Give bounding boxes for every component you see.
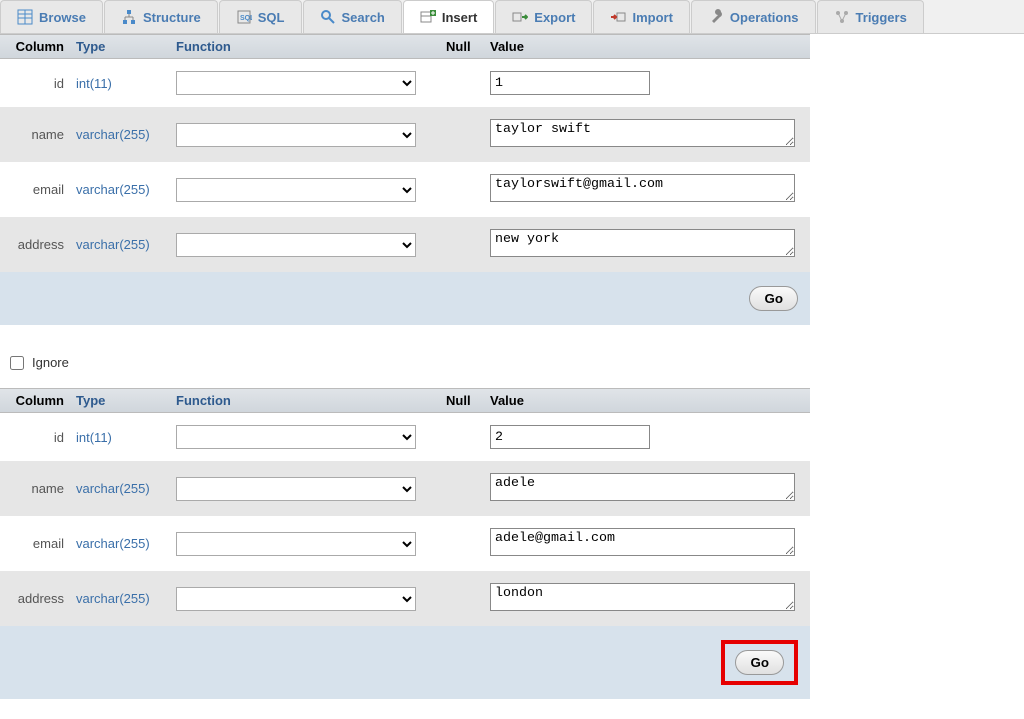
func-name-2[interactable] (176, 477, 416, 501)
row-name-2: name varchar(255) (0, 461, 810, 516)
row-address-1: address varchar(255) (0, 217, 810, 272)
table-icon (17, 9, 33, 25)
go-row-2: Go (0, 626, 810, 699)
svg-text:SQL: SQL (240, 15, 252, 22)
header-value: Value (484, 39, 530, 54)
col-id-name: id (0, 76, 70, 91)
structure-icon (121, 9, 137, 25)
tab-browse-label: Browse (39, 10, 86, 25)
col-address-name: address (0, 237, 70, 252)
func-address-1[interactable] (176, 233, 416, 257)
func-email-2[interactable] (176, 532, 416, 556)
func-name-1[interactable] (176, 123, 416, 147)
col-email-type: varchar(255) (70, 182, 170, 197)
insert-form-1: Column Type Function Null Value id int(1… (0, 34, 1024, 719)
tab-insert-label: Insert (442, 10, 477, 25)
tab-operations-label: Operations (730, 10, 799, 25)
ignore-row: Ignore (0, 325, 1024, 388)
search-icon (320, 9, 336, 25)
tab-import[interactable]: Import (593, 0, 689, 33)
value-id-2[interactable] (490, 425, 650, 449)
value-id-1[interactable] (490, 71, 650, 95)
go-row-1: Go (0, 272, 810, 325)
go-button-2[interactable]: Go (735, 650, 784, 675)
tab-triggers-label: Triggers (856, 10, 907, 25)
header-type: Type (70, 39, 170, 54)
row-email-2: email varchar(255) (0, 516, 810, 571)
highlight-box: Go (721, 640, 798, 685)
header-function-2: Function (170, 393, 440, 408)
header-null: Null (440, 39, 484, 54)
sql-icon: SQL (236, 9, 252, 25)
col-address-type: varchar(255) (70, 237, 170, 252)
col-email-name-2: email (0, 536, 70, 551)
value-address-2[interactable] (490, 583, 795, 611)
value-address-1[interactable] (490, 229, 795, 257)
func-id-1[interactable] (176, 71, 416, 95)
value-email-1[interactable] (490, 174, 795, 202)
triggers-icon (834, 9, 850, 25)
col-id-name-2: id (0, 430, 70, 445)
tab-export[interactable]: Export (495, 0, 592, 33)
header-column-2: Column (0, 393, 70, 408)
tab-sql[interactable]: SQL SQL (219, 0, 302, 33)
row-name-1: name varchar(255) <span></span> (0, 107, 810, 162)
func-email-1[interactable] (176, 178, 416, 202)
col-name-type-2: varchar(255) (70, 481, 170, 496)
col-id-type-2: int(11) (70, 430, 170, 445)
value-email-2[interactable] (490, 528, 795, 556)
wrench-icon (708, 9, 724, 25)
import-icon (610, 9, 626, 25)
col-id-type: int(11) (70, 76, 170, 91)
row-id-1: id int(11) (0, 59, 810, 107)
tab-sql-label: SQL (258, 10, 285, 25)
tab-import-label: Import (632, 10, 672, 25)
col-email-name: email (0, 182, 70, 197)
header-column: Column (0, 39, 70, 54)
tab-triggers[interactable]: Triggers (817, 0, 924, 33)
func-id-2[interactable] (176, 425, 416, 449)
col-address-name-2: address (0, 591, 70, 606)
row-email-1: email varchar(255) (0, 162, 810, 217)
tab-search[interactable]: Search (303, 0, 402, 33)
tab-export-label: Export (534, 10, 575, 25)
tab-structure-label: Structure (143, 10, 201, 25)
row-id-2: id int(11) (0, 413, 810, 461)
col-name-name: name (0, 127, 70, 142)
tab-search-label: Search (342, 10, 385, 25)
col-name-type: varchar(255) (70, 127, 170, 142)
go-button-1[interactable]: Go (749, 286, 798, 311)
tab-browse[interactable]: Browse (0, 0, 103, 33)
header-row-2: Column Type Function Null Value (0, 388, 810, 413)
col-address-type-2: varchar(255) (70, 591, 170, 606)
insert-icon (420, 9, 436, 25)
header-value-2: Value (484, 393, 530, 408)
row-address-2: address varchar(255) (0, 571, 810, 626)
header-null-2: Null (440, 393, 484, 408)
ignore-label: Ignore (32, 355, 69, 370)
tab-insert[interactable]: Insert (403, 0, 494, 33)
tab-structure[interactable]: Structure (104, 0, 218, 33)
col-email-type-2: varchar(255) (70, 536, 170, 551)
func-address-2[interactable] (176, 587, 416, 611)
value-name-2[interactable] (490, 473, 795, 501)
tab-operations[interactable]: Operations (691, 0, 816, 33)
header-function: Function (170, 39, 440, 54)
value-name-1[interactable]: <span></span> (490, 119, 795, 147)
header-type-2: Type (70, 393, 170, 408)
header-row-1: Column Type Function Null Value (0, 34, 810, 59)
col-name-name-2: name (0, 481, 70, 496)
ignore-checkbox[interactable] (10, 356, 24, 370)
tab-bar: Browse Structure SQL SQL Search Insert E… (0, 0, 1024, 34)
export-icon (512, 9, 528, 25)
